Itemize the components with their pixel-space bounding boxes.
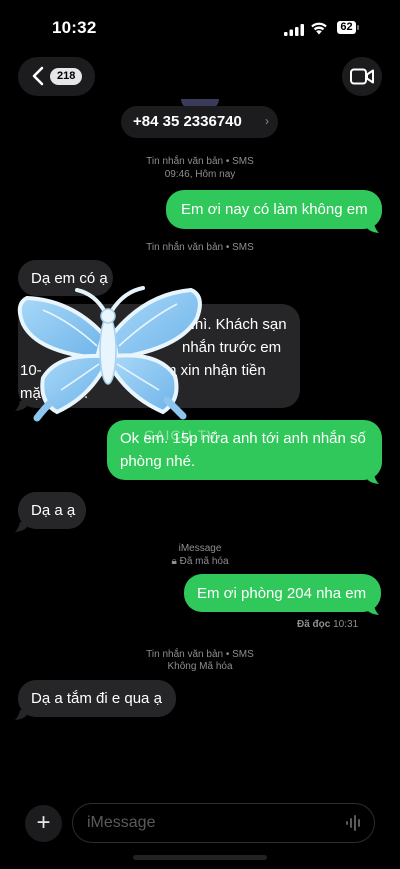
contact-number: +84 35 2336740 <box>133 113 242 130</box>
watermark-text: CAICU.TV <box>144 427 218 443</box>
timestamp-label: 09:46, Hôm nay <box>164 169 236 180</box>
video-camera-icon <box>350 68 374 85</box>
chevron-right-icon: › <box>265 114 269 128</box>
bubble-tail <box>15 522 27 532</box>
audio-waveform-icon[interactable] <box>345 815 363 831</box>
lock-icon: 🔒︎ <box>171 556 177 567</box>
service-label: Tin nhắn văn bản • SMS <box>146 242 254 253</box>
message-input[interactable]: iMessage <box>72 803 375 843</box>
chevron-left-icon <box>32 66 44 86</box>
back-button[interactable]: 218 <box>18 57 95 96</box>
bubble-tail <box>367 474 379 484</box>
encryption-label: 🔒︎ Đã mã hóa <box>171 556 229 567</box>
message-bubble-incoming[interactable]: Dạ a tắm đi e qua ạ <box>18 680 176 717</box>
message-bubble-outgoing[interactable]: Em ơi nay có làm không em <box>166 190 382 229</box>
contact-header[interactable]: +84 35 2336740 › <box>121 106 278 138</box>
service-label: iMessage <box>178 543 222 554</box>
encryption-label: Không Mã hóa <box>167 661 233 672</box>
unread-count-badge: 218 <box>50 68 83 85</box>
message-text: Em ơi phòng 204 nha em <box>197 585 367 602</box>
bubble-tail <box>367 605 379 615</box>
service-label: Tin nhắn văn bản • SMS <box>146 649 254 660</box>
wifi-icon <box>311 22 327 35</box>
battery-level: 62 <box>337 21 356 34</box>
plus-icon: + <box>36 809 51 836</box>
service-label: Tin nhắn văn bản • SMS <box>146 156 254 167</box>
message-text: Dạ a ạ <box>31 502 76 519</box>
status-time: 10:32 <box>52 18 97 37</box>
read-receipt: Đã đọc 10:31 <box>297 619 359 630</box>
cellular-signal-icon <box>284 24 304 36</box>
message-text: Dạ a tắm đi e qua ạ <box>31 690 162 707</box>
bubble-tail <box>367 223 379 233</box>
message-bubble-outgoing[interactable]: Em ơi phòng 204 nha em <box>184 574 381 612</box>
message-text: phòng nhé. <box>120 453 196 470</box>
add-attachment-button[interactable]: + <box>25 805 62 842</box>
message-bubble-incoming[interactable]: Dạ a ạ <box>18 492 86 529</box>
message-input-placeholder: iMessage <box>87 814 156 831</box>
bubble-tail <box>15 710 27 720</box>
home-indicator <box>133 855 267 860</box>
facetime-video-button[interactable] <box>342 57 382 96</box>
butterfly-sticker <box>17 286 202 422</box>
battery-icon: 62 <box>335 20 361 35</box>
message-text: Em ơi nay có làm không em <box>181 201 368 218</box>
